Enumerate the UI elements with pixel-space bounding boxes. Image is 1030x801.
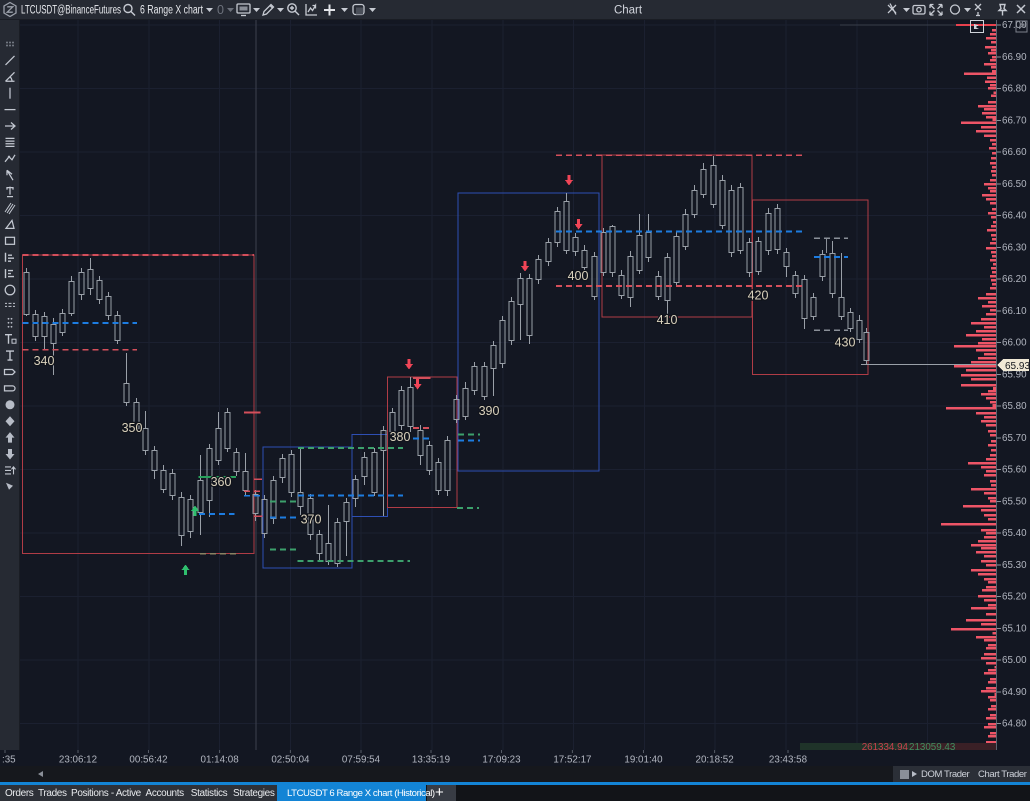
svg-text:65.93: 65.93: [1005, 361, 1030, 372]
svg-text:Chart: Chart: [614, 5, 643, 17]
svg-text:66.70: 66.70: [1002, 115, 1027, 126]
svg-text:02:50:04: 02:50:04: [271, 755, 310, 766]
svg-text:17:09:23: 17:09:23: [482, 755, 521, 766]
svg-text:01:14:08: 01:14:08: [201, 755, 240, 766]
svg-text:390: 390: [479, 404, 500, 418]
svg-text:430: 430: [835, 336, 856, 350]
svg-text:213059.43: 213059.43: [909, 742, 956, 750]
svg-text:6 Range X chart: 6 Range X chart: [140, 5, 204, 17]
svg-text:65.30: 65.30: [1002, 560, 1027, 571]
svg-text:360: 360: [211, 475, 232, 489]
svg-text:23:06:12: 23:06:12: [59, 755, 97, 766]
svg-text:LTCUSDT@BinanceFutures: LTCUSDT@BinanceFutures: [21, 5, 121, 17]
svg-text:400: 400: [568, 269, 589, 283]
svg-text:66.60: 66.60: [1002, 147, 1027, 158]
svg-text:23:43:58: 23:43:58: [769, 755, 808, 766]
svg-text:07:59:54: 07:59:54: [342, 755, 381, 766]
svg-text:65.10: 65.10: [1002, 623, 1027, 634]
svg-text:19:01:40: 19:01:40: [624, 755, 663, 766]
svg-text:66.10: 66.10: [1002, 306, 1027, 317]
svg-text:65.40: 65.40: [1002, 528, 1027, 539]
svg-text:17:52:17: 17:52:17: [553, 755, 591, 766]
svg-text:420: 420: [748, 288, 769, 302]
svg-text:410: 410: [657, 313, 678, 327]
svg-text:66.80: 66.80: [1002, 84, 1027, 95]
svg-text:350: 350: [122, 421, 143, 435]
svg-text:65.80: 65.80: [1002, 401, 1027, 412]
svg-text:66.20: 66.20: [1002, 274, 1027, 285]
svg-text:66.40: 66.40: [1002, 211, 1027, 222]
svg-text:66.30: 66.30: [1002, 242, 1027, 253]
svg-text:370: 370: [301, 513, 322, 527]
svg-text:65.20: 65.20: [1002, 592, 1027, 603]
svg-text:65.70: 65.70: [1002, 433, 1027, 444]
svg-text:65.60: 65.60: [1002, 465, 1027, 476]
svg-text:66.50: 66.50: [1002, 179, 1027, 190]
svg-text:65.50: 65.50: [1002, 496, 1027, 507]
svg-text::35: :35: [2, 755, 16, 766]
svg-text:64.90: 64.90: [1002, 687, 1027, 698]
svg-text:0: 0: [217, 3, 224, 17]
svg-text:261334.94: 261334.94: [862, 742, 909, 750]
svg-text:13:35:19: 13:35:19: [412, 755, 450, 766]
svg-text:00:56:42: 00:56:42: [129, 755, 167, 766]
svg-text:67.00: 67.00: [1002, 20, 1027, 31]
svg-text:66.00: 66.00: [1002, 338, 1027, 349]
svg-text:64.80: 64.80: [1002, 719, 1027, 730]
svg-text:65.00: 65.00: [1002, 655, 1027, 666]
svg-text:380: 380: [390, 430, 411, 444]
svg-text:66.90: 66.90: [1002, 52, 1027, 63]
svg-text:20:18:52: 20:18:52: [696, 755, 734, 766]
svg-text:340: 340: [34, 354, 55, 368]
